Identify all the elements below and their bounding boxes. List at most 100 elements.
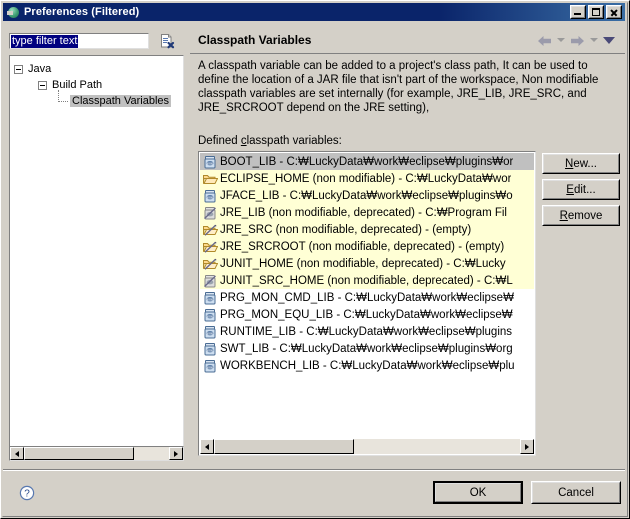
list-item[interactable]: exe JFACE_LIB - C:₩LuckyData₩work₩eclipse… (200, 187, 534, 204)
tree-expander-icon[interactable] (14, 65, 23, 74)
window-title: Preferences (Filtered) (24, 6, 140, 18)
scroll-left-button[interactable] (200, 439, 214, 454)
jar-variable-icon: exe (202, 358, 218, 374)
list-item[interactable]: exe PRG_MON_CMD_LIB - C:₩LuckyData₩work₩e… (200, 289, 534, 306)
button-mnemonic: E (566, 183, 574, 196)
svg-text:exe: exe (207, 313, 214, 318)
button-label: dit... (573, 183, 596, 196)
clear-filter-icon[interactable] (159, 33, 175, 49)
list-item-label: RUNTIME_LIB - C:₩LuckyData₩work₩eclipse₩… (220, 325, 513, 338)
svg-text:exe: exe (207, 296, 214, 301)
classpath-variables-list[interactable]: exe BOOT_LIB - C:₩LuckyData₩work₩eclipse₩… (198, 151, 536, 456)
svg-text:exe: exe (207, 364, 214, 369)
jar-deprecated-icon (202, 205, 218, 221)
minimize-button[interactable] (570, 5, 586, 19)
list-item[interactable]: exe WORKBENCH_LIB - C:₩LuckyData₩work₩ecl… (200, 357, 534, 374)
svg-text:exe: exe (207, 160, 214, 165)
jar-variable-icon: exe (202, 290, 218, 306)
titlebar[interactable]: Preferences (Filtered) (3, 3, 625, 21)
preferences-dialog: Preferences (Filtered) type filter text (0, 0, 630, 519)
window-controls (570, 5, 622, 19)
arrow-left-icon[interactable] (537, 34, 552, 46)
ok-button[interactable]: OK (433, 481, 523, 504)
preference-page: Classpath Variables A classpath variable… (190, 27, 625, 461)
maximize-button[interactable] (588, 5, 604, 19)
forward-history-chevron-down-icon[interactable] (590, 38, 598, 42)
label-prefix: Defined (198, 135, 241, 147)
sidebar-item-label: Java (28, 63, 52, 75)
sidebar-item-label: Classpath Variables (70, 95, 172, 107)
list-rows: exe BOOT_LIB - C:₩LuckyData₩work₩eclipse₩… (200, 153, 534, 374)
button-label: emove (567, 209, 603, 222)
list-horizontal-scrollbar[interactable] (200, 439, 534, 454)
svg-text:?: ? (24, 489, 30, 500)
list-item-label: JRE_LIB (non modifiable, deprecated) - C… (220, 206, 507, 219)
scroll-track[interactable] (214, 439, 520, 454)
label-suffix: lasspath variables: (246, 135, 342, 147)
list-item-label: JUNIT_HOME (non modifiable, deprecated) … (220, 257, 506, 270)
new-button[interactable]: New... (542, 153, 620, 174)
list-item[interactable]: JUNIT_HOME (non modifiable, deprecated) … (200, 255, 534, 272)
help-question-icon[interactable]: ? (19, 485, 35, 501)
preferences-globe-icon (7, 5, 21, 19)
list-item[interactable]: JRE_LIB (non modifiable, deprecated) - C… (200, 204, 534, 221)
folder-deprecated-icon (202, 222, 219, 238)
svg-text:exe: exe (207, 330, 214, 335)
list-item[interactable]: JRE_SRCROOT (non modifiable, deprecated)… (200, 238, 534, 255)
filter-row: type filter text (9, 31, 184, 51)
edit-button[interactable]: Edit... (542, 179, 620, 200)
jar-deprecated-icon (202, 273, 218, 289)
list-item[interactable]: JUNIT_SRC_HOME (non modifiable, deprecat… (200, 272, 534, 289)
scroll-thumb[interactable] (214, 439, 354, 454)
list-item[interactable]: ECLIPSE_HOME (non modifiable) - C:₩Lucky… (200, 170, 534, 187)
tree-horizontal-scrollbar[interactable] (9, 446, 184, 461)
list-item-label: SWT_LIB - C:₩LuckyData₩work₩eclipse₩plug… (220, 342, 513, 355)
jar-variable-icon: exe (202, 154, 218, 170)
remove-button[interactable]: Remove (542, 205, 620, 226)
arrow-right-icon[interactable] (570, 34, 585, 46)
button-label: ew... (573, 157, 597, 170)
folder-deprecated-icon (202, 239, 219, 255)
page-description: A classpath variable can be added to a p… (198, 60, 599, 114)
sidebar-item-classpath-variables[interactable]: Classpath Variables (58, 90, 172, 109)
folder-deprecated-icon (202, 256, 219, 272)
tree-expander-icon[interactable] (38, 81, 47, 90)
scroll-right-button[interactable] (520, 439, 534, 454)
scroll-left-button[interactable] (10, 447, 24, 460)
list-item-label: WORKBENCH_LIB - C:₩LuckyData₩work₩eclips… (220, 359, 515, 372)
jar-variable-icon: exe (202, 341, 218, 357)
jar-variable-icon: exe (202, 324, 218, 340)
list-item[interactable]: exe PRG_MON_EQU_LIB - C:₩LuckyData₩work₩e… (200, 306, 534, 323)
page-header: Classpath Variables (190, 27, 625, 53)
list-item-label: JRE_SRC (non modifiable, deprecated) - (… (220, 223, 472, 236)
list-item[interactable]: exe SWT_LIB - C:₩LuckyData₩work₩eclipse₩p… (200, 340, 534, 357)
list-item[interactable]: exe BOOT_LIB - C:₩LuckyData₩work₩eclipse₩… (200, 153, 534, 170)
scroll-right-button[interactable] (169, 447, 183, 460)
list-item-label: JUNIT_SRC_HOME (non modifiable, deprecat… (220, 274, 513, 287)
list-item-label: ECLIPSE_HOME (non modifiable) - C:₩Lucky… (220, 172, 512, 185)
header-divider (190, 53, 625, 54)
search-input[interactable] (9, 33, 149, 49)
defined-variables-label: Defined classpath variables: (198, 135, 342, 147)
page-nav-icons (537, 34, 615, 46)
list-item-label: PRG_MON_CMD_LIB - C:₩LuckyData₩work₩ecli… (220, 291, 514, 304)
sidebar-item-java[interactable]: Java (14, 62, 52, 77)
back-history-chevron-down-icon[interactable] (557, 38, 565, 42)
jar-variable-icon: exe (202, 307, 218, 323)
svg-text:exe: exe (207, 347, 214, 352)
scroll-thumb[interactable] (24, 447, 134, 460)
cancel-button[interactable]: Cancel (531, 481, 621, 504)
bottom-divider (3, 469, 625, 471)
page-title: Classpath Variables (198, 33, 312, 47)
list-item-label: JRE_SRCROOT (non modifiable, deprecated)… (220, 240, 505, 253)
list-item[interactable]: JRE_SRC (non modifiable, deprecated) - (… (200, 221, 534, 238)
list-item-label: BOOT_LIB - C:₩LuckyData₩work₩eclipse₩plu… (220, 155, 514, 168)
jar-variable-icon: exe (202, 188, 218, 204)
preferences-tree[interactable]: Java Build Path Classpath Variables (9, 55, 184, 460)
page-menu-chevron-down-filled-icon[interactable] (603, 36, 615, 44)
close-button[interactable] (606, 5, 622, 19)
list-item-label: PRG_MON_EQU_LIB - C:₩LuckyData₩work₩ecli… (220, 308, 513, 321)
scroll-track[interactable] (24, 447, 169, 460)
tree-connector-line (58, 90, 68, 102)
list-item[interactable]: exe RUNTIME_LIB - C:₩LuckyData₩work₩eclip… (200, 323, 534, 340)
